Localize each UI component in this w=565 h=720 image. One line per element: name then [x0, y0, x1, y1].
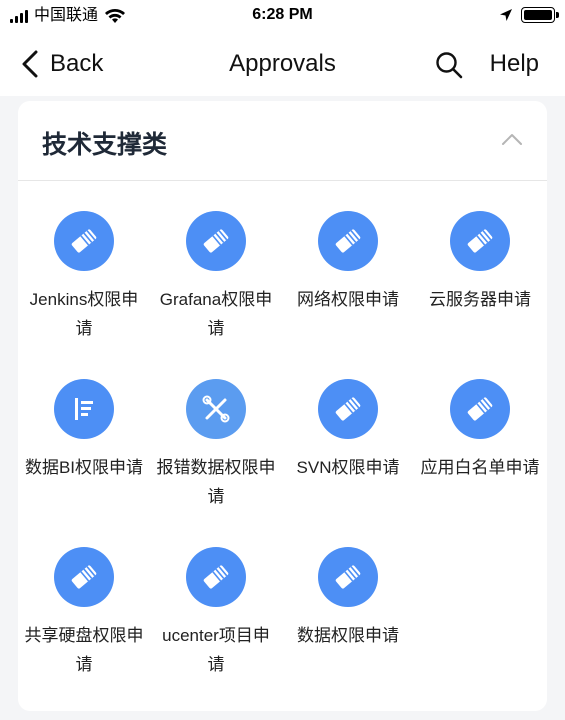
page-title: Approvals [229, 50, 336, 77]
approval-item-label: 云服务器申请 [429, 290, 531, 309]
ticket-icon [450, 379, 510, 439]
status-time: 6:28 PM [252, 6, 313, 23]
ticket-icon [54, 211, 114, 271]
chevron-up-icon[interactable] [501, 131, 523, 147]
approval-item[interactable]: SVN权限申请 [282, 379, 414, 482]
ticket-icon [318, 211, 378, 271]
approval-item[interactable]: 数据BI权限申请 [18, 379, 150, 482]
ticket-icon [54, 547, 114, 607]
approval-item-label: 网络权限申请 [297, 290, 399, 309]
approval-item[interactable]: 应用白名单申请 [414, 379, 546, 482]
search-icon[interactable] [434, 50, 464, 80]
approval-item-label: 应用白名单申请 [420, 458, 540, 477]
list-doc-icon [54, 379, 114, 439]
approval-item[interactable]: 报错数据权限申请 [150, 379, 282, 511]
section-title: 技术支撑类 [42, 130, 168, 159]
approval-item-label: 报错数据权限申请 [156, 458, 276, 506]
approval-item[interactable]: 网络权限申请 [282, 211, 414, 314]
approval-item-label: 共享硬盘权限申请 [24, 626, 144, 674]
approval-item[interactable]: 数据权限申请 [282, 547, 414, 650]
approval-item[interactable]: 云服务器申请 [414, 211, 546, 314]
approval-item-label: ucenter项目申请 [162, 626, 270, 674]
battery-icon [521, 7, 559, 23]
nav-bar: Back Approvals Help [0, 32, 565, 96]
ticket-icon [318, 379, 378, 439]
approval-item[interactable]: Jenkins权限申请 [18, 211, 150, 343]
approval-item-label: Jenkins权限申请 [29, 290, 139, 338]
approval-item-label: 数据BI权限申请 [24, 458, 144, 477]
approval-item[interactable]: ucenter项目申请 [150, 547, 282, 679]
ticket-icon [186, 211, 246, 271]
ticket-icon [186, 547, 246, 607]
approval-category-card: 技术支撑类 Jenkins权限申请 Grafana权限申请 网络权限申请 云服务器申请… [18, 101, 547, 711]
tools-icon [186, 379, 246, 439]
location-arrow-icon [500, 9, 512, 21]
status-bar: 中国联通 6:28 PM [0, 0, 565, 32]
ticket-icon [450, 211, 510, 271]
approval-item-label: SVN权限申请 [296, 458, 400, 477]
approval-item-label: Grafana权限申请 [159, 290, 273, 338]
approval-item[interactable]: Grafana权限申请 [150, 211, 282, 343]
approval-item[interactable]: 共享硬盘权限申请 [18, 547, 150, 679]
card-header[interactable]: 技术支撑类 [18, 101, 547, 181]
status-right [499, 7, 559, 23]
approval-item-label: 数据权限申请 [297, 626, 399, 645]
help-button[interactable]: Help [490, 50, 539, 78]
ticket-icon [318, 547, 378, 607]
